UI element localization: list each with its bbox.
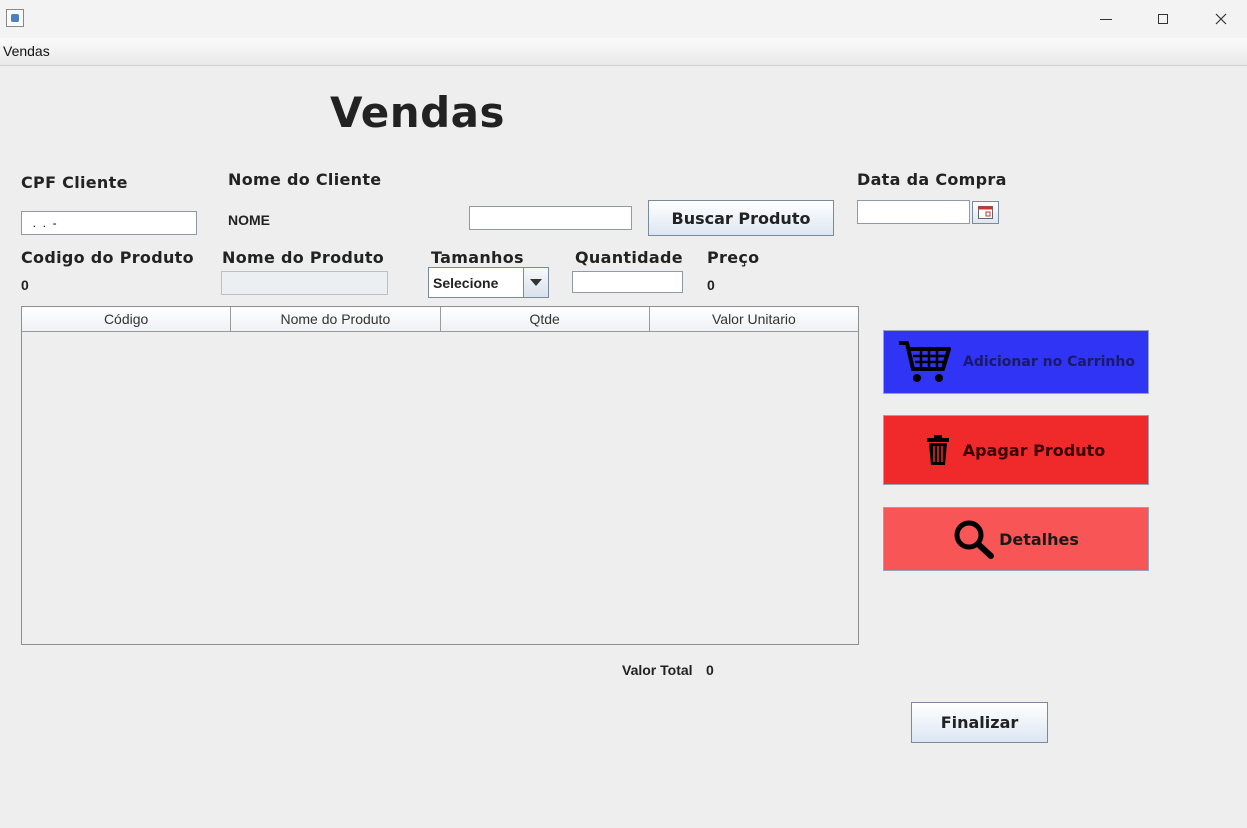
buscar-produto-button[interactable]: Buscar Produto: [648, 200, 834, 236]
maximize-button[interactable]: [1140, 0, 1186, 38]
details-button[interactable]: Detalhes: [883, 507, 1149, 571]
search-icon: [954, 520, 995, 559]
buscar-produto-input[interactable]: [469, 206, 632, 230]
calendar-icon: [978, 206, 993, 219]
minimize-icon: [1100, 18, 1112, 20]
calendar-button[interactable]: [972, 201, 999, 224]
close-icon: [1215, 13, 1227, 25]
nome-produto-label: Nome do Produto: [222, 248, 385, 267]
column-header-qtde[interactable]: Qtde: [440, 307, 650, 332]
valor-total-value: 0: [706, 662, 714, 678]
add-to-cart-button[interactable]: Adicionar no Carrinho: [883, 330, 1149, 394]
preco-label: Preço: [707, 248, 760, 267]
details-label: Detalhes: [999, 529, 1079, 549]
cart-table[interactable]: Código Nome do Produto Qtde Valor Unitar…: [21, 306, 859, 645]
minimize-button[interactable]: [1083, 0, 1129, 38]
java-coffee-icon: [6, 9, 24, 27]
quantidade-input[interactable]: [572, 271, 683, 293]
tamanhos-select[interactable]: Selecione: [428, 267, 549, 298]
codigo-produto-label: Codigo do Produto: [21, 248, 194, 267]
finalizar-button[interactable]: Finalizar: [911, 702, 1048, 743]
codigo-produto-value: 0: [21, 277, 29, 293]
maximize-icon: [1158, 14, 1168, 24]
table-header: Código Nome do Produto Qtde Valor Unitar…: [22, 307, 858, 332]
valor-total-label: Valor Total: [622, 662, 693, 678]
trash-icon: [926, 435, 949, 465]
menu-vendas[interactable]: Vendas: [3, 43, 50, 59]
chevron-down-icon[interactable]: [523, 268, 548, 297]
window-titlebar: [0, 0, 1247, 39]
cpf-input[interactable]: [21, 211, 197, 235]
data-compra-label: Data da Compra: [857, 170, 1007, 189]
quantidade-label: Quantidade: [575, 248, 683, 267]
shopping-cart-icon: [899, 341, 952, 382]
add-to-cart-label: Adicionar no Carrinho: [963, 354, 1135, 370]
delete-product-label: Apagar Produto: [962, 440, 1106, 460]
nome-cliente-value: NOME: [228, 212, 270, 228]
menu-bar: Vendas: [0, 38, 1247, 66]
column-header-codigo[interactable]: Código: [22, 307, 232, 332]
cpf-label: CPF Cliente: [21, 173, 128, 192]
tamanhos-label: Tamanhos: [431, 248, 524, 267]
page-title: Vendas: [330, 88, 505, 137]
preco-value: 0: [707, 277, 715, 293]
nome-produto-field: [221, 271, 388, 295]
close-button[interactable]: [1198, 0, 1244, 38]
delete-product-button[interactable]: Apagar Produto: [883, 415, 1149, 485]
nome-cliente-label: Nome do Cliente: [228, 170, 382, 189]
data-compra-input[interactable]: [857, 200, 970, 224]
column-header-valor-unitario[interactable]: Valor Unitario: [649, 307, 858, 332]
tamanhos-selected: Selecione: [433, 275, 499, 291]
column-header-nome-produto[interactable]: Nome do Produto: [231, 307, 441, 332]
